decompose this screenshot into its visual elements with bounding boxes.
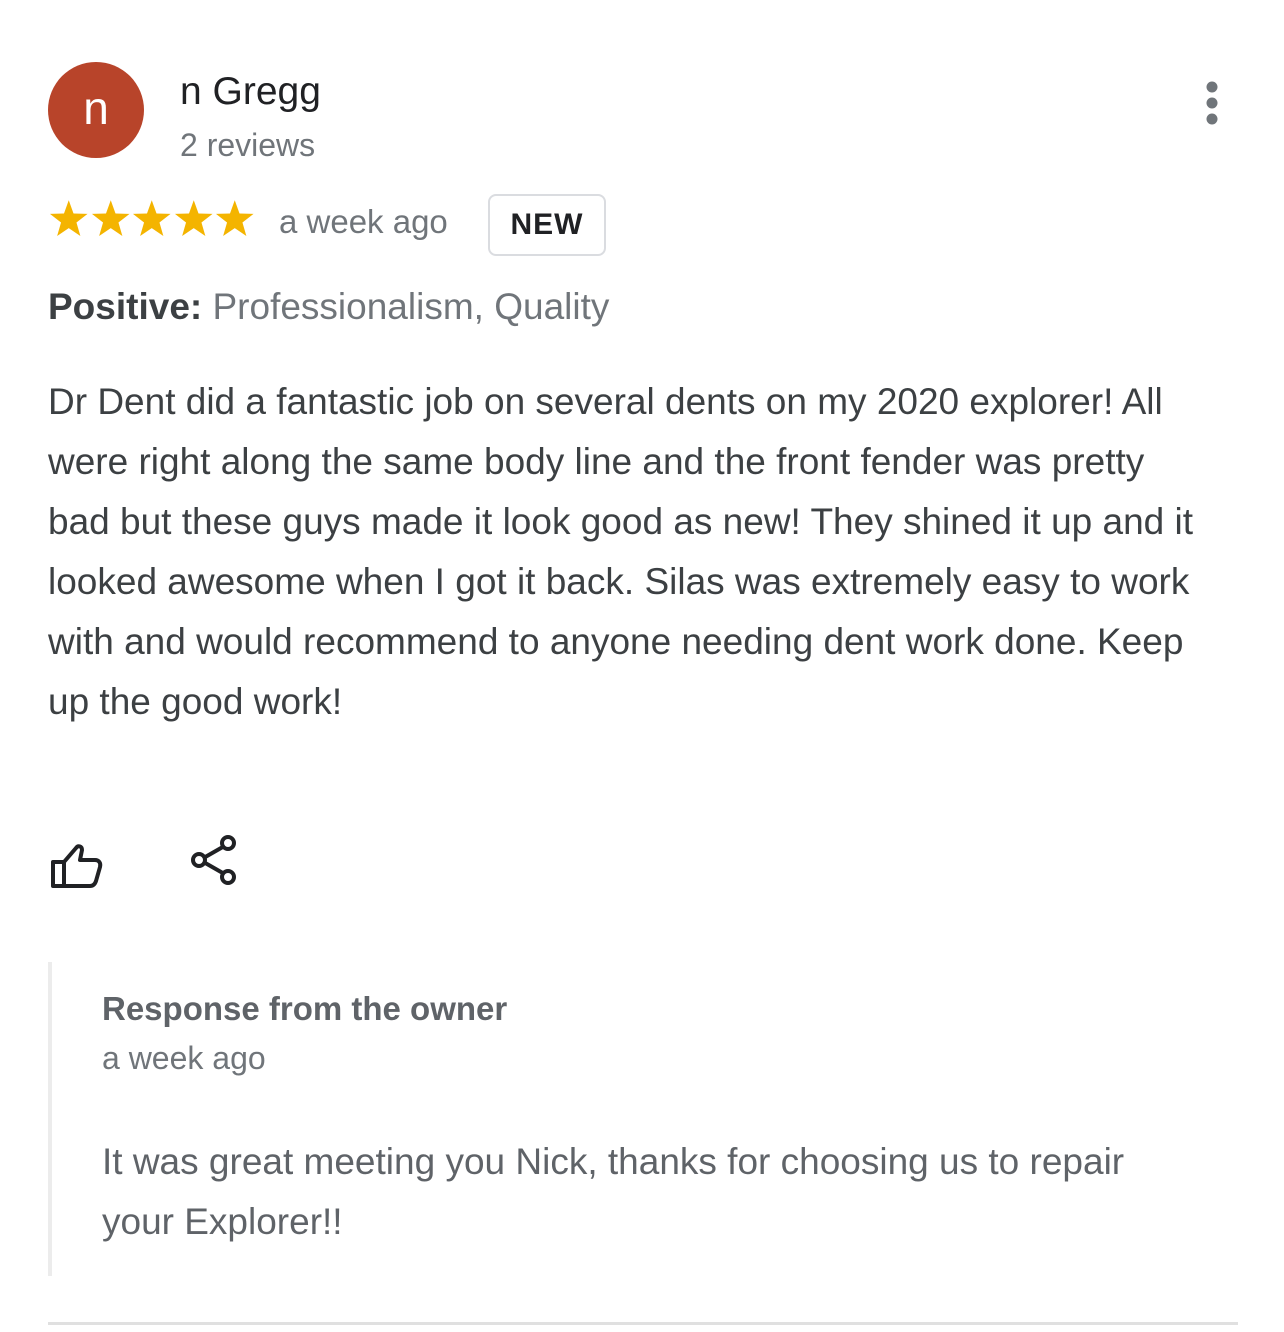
response-time: a week ago xyxy=(102,1040,266,1076)
review-text: Dr Dent did a fantastic job on several d… xyxy=(48,381,1194,722)
response-text: It was great meeting you Nick, thanks fo… xyxy=(102,1141,1125,1242)
new-badge: NEW xyxy=(488,194,606,256)
positive-attributes: Positive: Professionalism, Quality xyxy=(48,286,609,328)
star-icon xyxy=(174,200,213,236)
star-rating xyxy=(48,196,256,246)
positive-values: Professionalism, Quality xyxy=(212,286,610,327)
more-options-button[interactable] xyxy=(1192,78,1232,128)
divider xyxy=(48,1322,1238,1325)
reviewer-name[interactable]: n Gregg xyxy=(180,70,321,114)
positive-label: Positive: xyxy=(48,286,203,327)
star-icon xyxy=(215,200,254,236)
response-title: Response from the owner xyxy=(102,990,508,1027)
thumbs-up-icon xyxy=(51,844,103,888)
share-button[interactable] xyxy=(188,832,240,888)
star-icon xyxy=(91,200,130,236)
review-time: a week ago xyxy=(279,203,448,240)
avatar[interactable]: n xyxy=(48,62,144,158)
share-icon xyxy=(191,835,236,885)
review-count[interactable]: 2 reviews xyxy=(180,127,315,164)
owner-response: Response from the owner a week ago It wa… xyxy=(48,962,1242,1276)
star-icon xyxy=(132,200,171,236)
like-button[interactable] xyxy=(48,836,104,892)
more-vert-icon xyxy=(1206,81,1218,125)
star-icon xyxy=(49,200,88,236)
